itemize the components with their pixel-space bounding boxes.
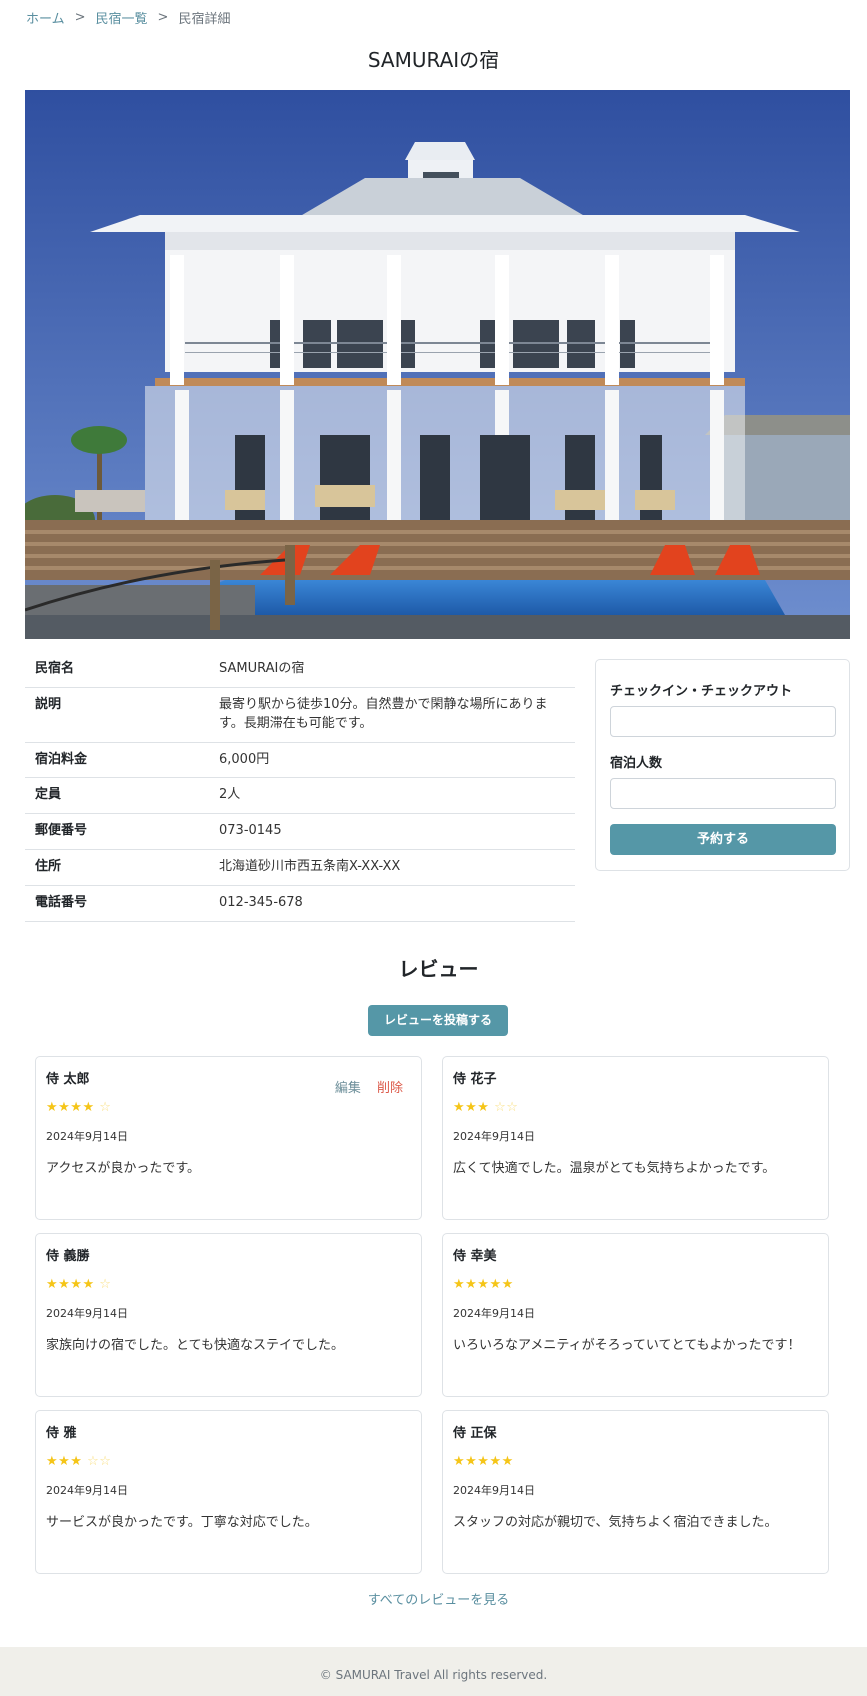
review-comment: 家族向けの宿でした。とても快適なステイでした。: [46, 1338, 344, 1353]
inn-photo: [25, 90, 850, 639]
rating-stars: ★★★★ ☆: [46, 1277, 411, 1292]
breadcrumb: ホーム > 民宿一覧 > 民宿詳細: [26, 8, 230, 27]
review-comment: アクセスが良かったです。: [46, 1161, 201, 1176]
footer: © SAMURAI Travel All rights reserved.: [0, 1647, 867, 1696]
info-value: 012-345-678: [209, 885, 575, 922]
reserve-button[interactable]: 予約する: [610, 824, 836, 855]
guests-input[interactable]: [610, 778, 836, 809]
table-row: 民宿名 SAMURAIの宿: [25, 652, 575, 688]
filled-stars: ★★★★★: [453, 1277, 514, 1292]
review-date: 2024年9月14日: [46, 1130, 128, 1143]
filled-stars: ★★★★: [46, 1277, 95, 1292]
reviewer-name: 侍 雅: [46, 1426, 77, 1441]
review-date: 2024年9月14日: [46, 1484, 128, 1497]
filled-stars: ★★★: [46, 1454, 83, 1469]
review-card: 侍 幸美 ★★★★★ 2024年9月14日 いろいろなアメニティがそろっていてと…: [442, 1233, 829, 1397]
table-row: 定員 2人: [25, 777, 575, 815]
delete-review-link[interactable]: 削除: [377, 1081, 403, 1096]
rating-stars: ★★★★★: [453, 1454, 818, 1469]
reviewer-name: 侍 義勝: [46, 1249, 90, 1264]
info-label: 宿泊料金: [25, 742, 209, 779]
info-label: 住所: [25, 849, 209, 886]
rating-stars: ★★★ ☆☆: [46, 1454, 411, 1469]
all-reviews-link[interactable]: すべてのレビューを見る: [0, 1589, 867, 1608]
rating-stars: ★★★★ ☆: [46, 1100, 411, 1115]
info-value: 6,000円: [209, 742, 575, 779]
info-label: 定員: [25, 777, 209, 815]
info-value: 2人: [209, 777, 575, 815]
checkin-checkout-input[interactable]: [610, 706, 836, 737]
reviewer-name: 侍 花子: [453, 1072, 497, 1087]
review-card: 侍 花子 ★★★ ☆☆ 2024年9月14日 広くて快適でした。温泉がとても気持…: [442, 1056, 829, 1220]
rating-stars: ★★★ ☆☆: [453, 1100, 818, 1115]
breadcrumb-current: 民宿詳細: [178, 12, 231, 27]
table-row: 郵便番号 073-0145: [25, 813, 575, 851]
rating-stars: ★★★★★: [453, 1277, 818, 1292]
inn-info-table: 民宿名 SAMURAIの宿 説明 最寄り駅から徒歩10分。自然豊かで閑静な場所に…: [25, 652, 575, 922]
reviewer-name: 侍 幸美: [453, 1249, 497, 1264]
page-title: SAMURAIの宿: [367, 48, 500, 72]
inn-photo-illustration: [25, 90, 850, 639]
table-row: 説明 最寄り駅から徒歩10分。自然豊かで閑静な場所にあります。長期滞在も可能です…: [25, 687, 575, 743]
review-date: 2024年9月14日: [453, 1307, 535, 1320]
review-card: 侍 太郎 編集 削除 ★★★★ ☆ 2024年9月14日 アクセスが良かったです…: [35, 1056, 422, 1220]
review-comment: 広くて快適でした。温泉がとても気持ちよかったです。: [453, 1161, 776, 1176]
info-value: SAMURAIの宿: [209, 652, 575, 688]
info-value: 北海道砂川市西五条南X-XX-XX: [209, 849, 575, 886]
review-actions: 編集 削除: [335, 1077, 403, 1096]
table-row: 電話番号 012-345-678: [25, 885, 575, 922]
empty-stars: ☆: [99, 1277, 112, 1292]
info-label: 電話番号: [25, 885, 209, 922]
checkin-checkout-label: チェックイン・チェックアウト: [610, 684, 793, 699]
review-date: 2024年9月14日: [453, 1484, 535, 1497]
review-date: 2024年9月14日: [453, 1130, 535, 1143]
review-card: 侍 雅 ★★★ ☆☆ 2024年9月14日 サービスが良かったです。丁寧な対応で…: [35, 1410, 422, 1574]
review-comment: スタッフの対応が親切で、気持ちよく宿泊できました。: [453, 1515, 778, 1530]
empty-stars: ☆☆: [87, 1454, 112, 1469]
reviews-heading: レビュー: [398, 957, 479, 981]
breadcrumb-separator: >: [157, 10, 169, 25]
review-comment: サービスが良かったです。丁寧な対応でした。: [46, 1515, 318, 1530]
filled-stars: ★★★★★: [453, 1454, 514, 1469]
breadcrumb-list-link[interactable]: 民宿一覧: [96, 8, 148, 27]
table-row: 住所 北海道砂川市西五条南X-XX-XX: [25, 849, 575, 886]
info-label: 民宿名: [25, 652, 209, 688]
reservation-form: チェックイン・チェックアウト 宿泊人数 予約する: [595, 659, 850, 871]
table-row: 宿泊料金 6,000円: [25, 742, 575, 779]
review-card: 侍 正保 ★★★★★ 2024年9月14日 スタッフの対応が親切で、気持ちよく宿…: [442, 1410, 829, 1574]
info-label: 郵便番号: [25, 813, 209, 851]
info-value: 最寄り駅から徒歩10分。自然豊かで閑静な場所にあります。長期滞在も可能です。: [209, 687, 575, 743]
edit-review-link[interactable]: 編集: [335, 1081, 361, 1096]
filled-stars: ★★★: [453, 1100, 490, 1115]
review-comment: いろいろなアメニティがそろっていてとてもよかったです！: [453, 1338, 801, 1353]
review-date: 2024年9月14日: [46, 1307, 128, 1320]
reviewer-name: 侍 正保: [453, 1426, 497, 1441]
filled-stars: ★★★★: [46, 1100, 95, 1115]
empty-stars: ☆☆: [494, 1100, 519, 1115]
breadcrumb-home-link[interactable]: ホーム: [26, 8, 65, 27]
review-card: 侍 義勝 ★★★★ ☆ 2024年9月14日 家族向けの宿でした。とても快適なス…: [35, 1233, 422, 1397]
post-review-button[interactable]: レビューを投稿する: [368, 1005, 508, 1036]
info-value: 073-0145: [209, 813, 575, 851]
info-label: 説明: [25, 687, 209, 743]
guests-label: 宿泊人数: [610, 756, 663, 771]
empty-stars: ☆: [99, 1100, 112, 1115]
copyright-text: © SAMURAI Travel All rights reserved.: [319, 1668, 548, 1682]
breadcrumb-separator: >: [74, 10, 86, 25]
